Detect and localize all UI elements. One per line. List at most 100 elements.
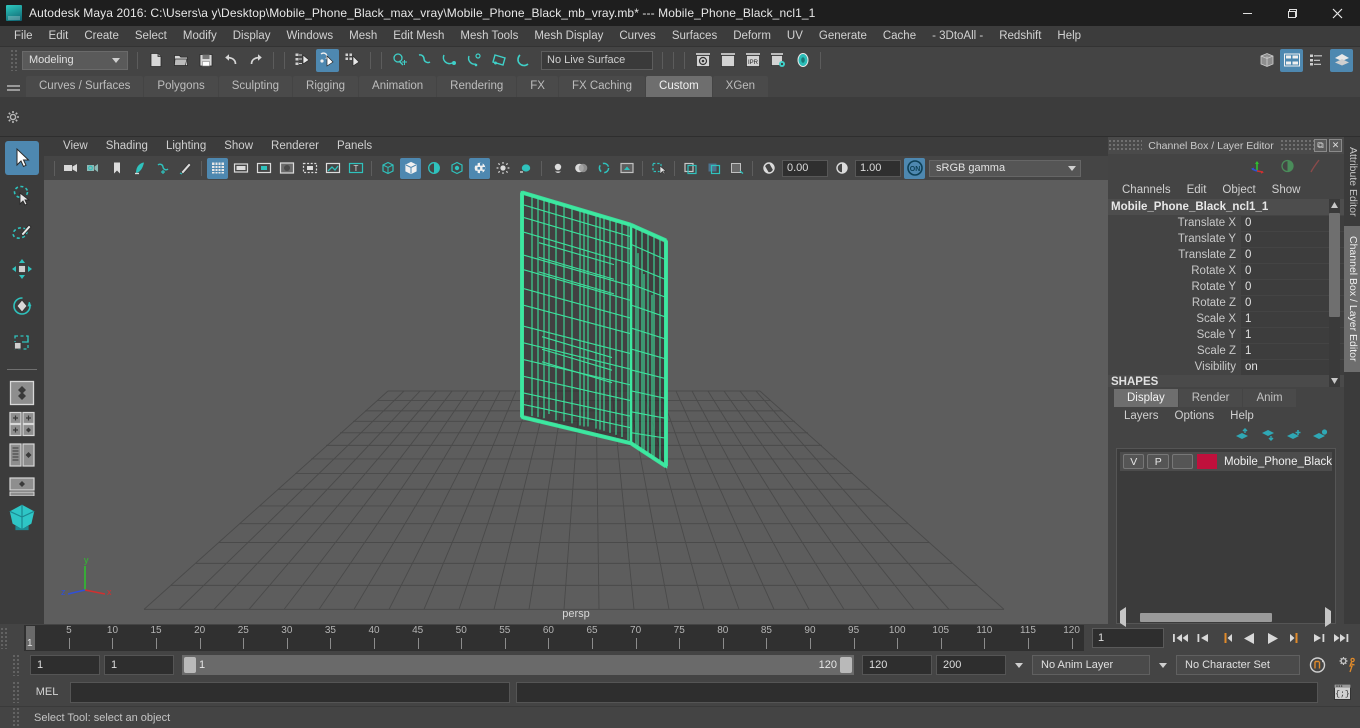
snap-to-curve-icon[interactable] <box>413 49 436 72</box>
channel-row-scale-y[interactable]: Scale Y 1 <box>1108 327 1344 343</box>
panel-grip[interactable] <box>1108 139 1142 152</box>
close-button[interactable] <box>1315 0 1360 26</box>
snap-to-grid-icon[interactable] <box>388 49 411 72</box>
shading-sphere-icon[interactable] <box>1279 158 1296 177</box>
channel-box-toggle-icon[interactable] <box>1280 48 1303 72</box>
go-to-end-icon[interactable] <box>1331 627 1352 649</box>
shelf-tab-rigging[interactable]: Rigging <box>293 76 359 97</box>
persp-outliner-layout-preset[interactable] <box>6 441 38 469</box>
shelf-tab-xgen[interactable]: XGen <box>712 76 769 97</box>
current-time-indicator[interactable]: 1 <box>26 626 35 650</box>
scroll-right-arrow[interactable] <box>1325 607 1331 627</box>
channel-row-translate-z[interactable]: Translate Z 0 <box>1108 247 1344 263</box>
panel-menu-show[interactable]: Show <box>215 137 262 156</box>
channel-box-scrollbar[interactable] <box>1329 199 1340 387</box>
playback-end-field[interactable]: 120 <box>862 655 932 675</box>
move-tool[interactable] <box>5 252 39 286</box>
exposure-icon[interactable] <box>758 158 779 179</box>
shaded-wireframe-icon[interactable] <box>423 158 444 179</box>
command-line-grip[interactable] <box>12 681 20 703</box>
bookmark-icon[interactable] <box>106 158 127 179</box>
go-to-start-icon[interactable] <box>1170 627 1191 649</box>
render-settings-icon[interactable] <box>766 49 789 72</box>
curve-icon[interactable] <box>1308 158 1322 177</box>
channel-row-rotate-x[interactable]: Rotate X 0 <box>1108 263 1344 279</box>
menu-mesh-tools[interactable]: Mesh Tools <box>452 26 526 47</box>
xray-joints-icon[interactable] <box>703 158 724 179</box>
shelf-tab-polygons[interactable]: Polygons <box>144 76 218 97</box>
film-gate-icon[interactable] <box>230 158 251 179</box>
undock-panel-icon[interactable]: ⧉ <box>1314 139 1327 152</box>
channel-menu-object[interactable]: Object <box>1214 184 1263 196</box>
shelf-tab-animation[interactable]: Animation <box>359 76 437 97</box>
aa-icon[interactable] <box>515 158 536 179</box>
menu-3dtoall[interactable]: - 3DtoAll - <box>924 26 991 47</box>
shelf-tab-fx-caching[interactable]: FX Caching <box>558 76 646 97</box>
move-layer-down-icon[interactable] <box>1260 428 1276 444</box>
play-backwards-icon[interactable] <box>1239 627 1260 649</box>
xray-active-components-icon[interactable] <box>726 158 747 179</box>
menu-mesh-display[interactable]: Mesh Display <box>526 26 611 47</box>
persp-graph-editor-layout-preset[interactable] <box>6 472 38 500</box>
play-forwards-icon[interactable] <box>1262 627 1283 649</box>
modeling-toolkit-icon[interactable] <box>1255 49 1278 72</box>
image-plane-icon[interactable] <box>129 158 150 179</box>
two-d-pan-zoom-icon[interactable] <box>152 158 173 179</box>
menu-uv[interactable]: UV <box>779 26 811 47</box>
anim-layer-selector[interactable]: No Anim Layer <box>1032 655 1150 675</box>
save-scene-icon[interactable] <box>194 49 217 72</box>
layer-name[interactable]: Mobile_Phone_Black <box>1224 456 1332 468</box>
playback-start-field[interactable]: 1 <box>104 655 174 675</box>
menu-edit-mesh[interactable]: Edit Mesh <box>385 26 452 47</box>
anim-end-field[interactable]: 200 <box>936 655 1006 675</box>
shelf-tab-custom[interactable]: Custom <box>646 76 712 97</box>
channel-list[interactable]: Mobile_Phone_Black_ncl1_1 Translate X 0 … <box>1108 199 1344 387</box>
layer-menu-options[interactable]: Options <box>1167 410 1223 422</box>
select-tool[interactable] <box>5 141 39 175</box>
grid-toggle-icon[interactable] <box>207 157 228 179</box>
side-tab-channel-box[interactable]: Channel Box / Layer Editor <box>1344 226 1360 372</box>
character-set-chevron-down-icon[interactable] <box>1154 655 1172 675</box>
list-item[interactable]: V P Mobile_Phone_Black <box>1120 452 1332 471</box>
color-management-toggle-icon[interactable]: ON <box>904 157 925 179</box>
menu-file[interactable]: File <box>6 26 41 47</box>
script-editor-icon[interactable]: {;} <box>1330 681 1354 703</box>
channel-menu-channels[interactable]: Channels <box>1114 184 1179 196</box>
gate-mask-icon[interactable] <box>276 158 297 179</box>
channel-row-translate-y[interactable]: Translate Y 0 <box>1108 231 1344 247</box>
panel-menu-shading[interactable]: Shading <box>97 137 157 156</box>
channel-row-visibility[interactable]: Visibility on <box>1108 359 1344 375</box>
smooth-shading-icon[interactable] <box>400 157 421 179</box>
panel-menu-view[interactable]: View <box>54 137 97 156</box>
time-slider-grip[interactable] <box>0 627 8 649</box>
layer-shading-toggle[interactable] <box>1171 454 1194 469</box>
layer-list-scrollbar[interactable] <box>1117 607 1335 627</box>
channel-row-rotate-z[interactable]: Rotate Z 0 <box>1108 295 1344 311</box>
live-surface-field[interactable]: No Live Surface <box>541 50 653 70</box>
menu-generate[interactable]: Generate <box>811 26 875 47</box>
panel-grip[interactable] <box>1280 139 1314 152</box>
channel-row-rotate-y[interactable]: Rotate Y 0 <box>1108 279 1344 295</box>
grease-pencil-icon[interactable] <box>175 158 196 179</box>
render-current-frame-icon[interactable] <box>691 49 714 72</box>
move-layer-up-icon[interactable] <box>1234 427 1250 444</box>
tool-settings-toggle-icon[interactable] <box>1330 48 1353 72</box>
redo-icon[interactable] <box>244 49 267 72</box>
range-slider-grip[interactable] <box>12 654 20 676</box>
gamma-icon[interactable] <box>831 158 852 179</box>
anim-layer-chevron-down-icon[interactable] <box>1010 655 1028 675</box>
attribute-editor-toggle-icon[interactable] <box>1305 49 1328 72</box>
menu-select[interactable]: Select <box>127 26 175 47</box>
step-forward-frame-icon[interactable] <box>1285 627 1306 649</box>
new-layer-icon[interactable] <box>1286 428 1302 444</box>
command-language-label[interactable]: MEL <box>30 686 64 698</box>
rotate-tool[interactable] <box>5 289 39 323</box>
menu-redshift[interactable]: Redshift <box>991 26 1049 47</box>
viewport-snapshot-icon[interactable] <box>616 158 637 179</box>
character-set-selector[interactable]: No Character Set <box>1176 655 1300 675</box>
menu-help[interactable]: Help <box>1049 26 1089 47</box>
use-all-lights-icon[interactable] <box>469 157 490 179</box>
panel-menu-panels[interactable]: Panels <box>328 137 381 156</box>
range-bar[interactable]: 1 120 <box>182 655 854 675</box>
shelf-tab-curves-surfaces[interactable]: Curves / Surfaces <box>26 76 144 97</box>
